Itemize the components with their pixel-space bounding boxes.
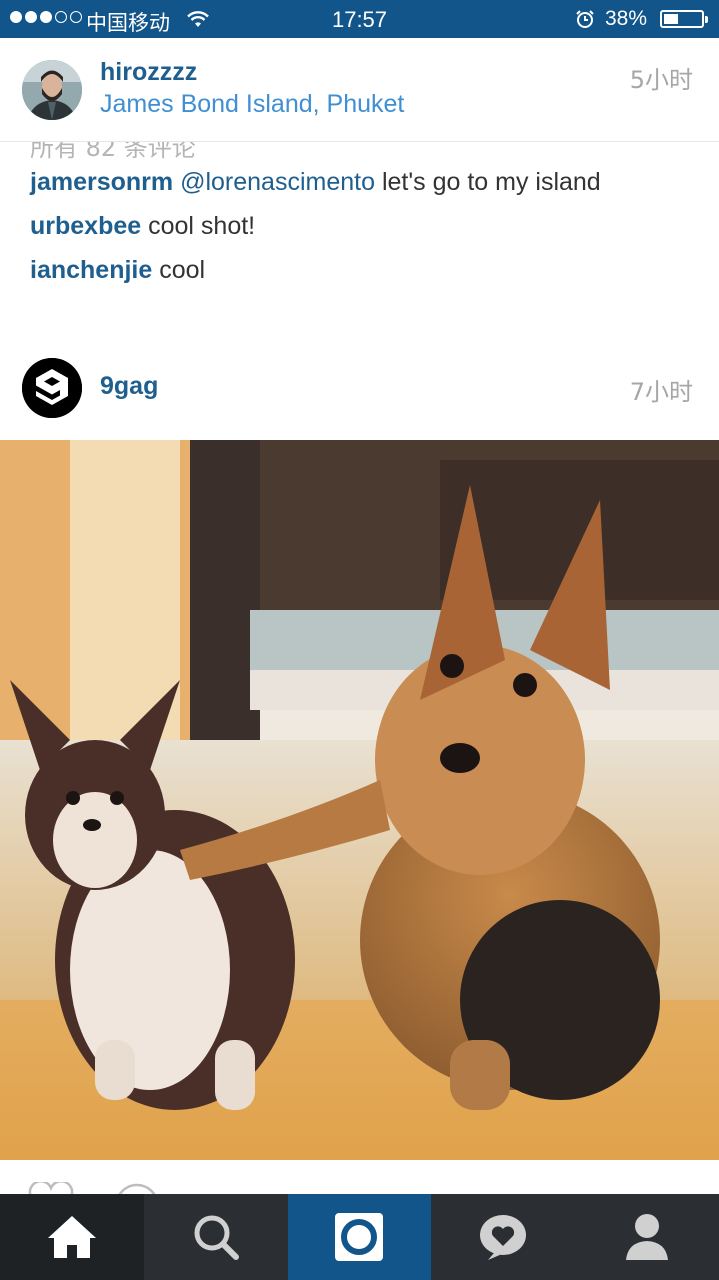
post-location[interactable]: James Bond Island, Phuket: [100, 90, 404, 119]
home-icon: [47, 1216, 96, 1258]
battery-percentage: 38%: [605, 7, 648, 30]
comment-text: cool shot!: [141, 212, 256, 240]
tab-camera[interactable]: [287, 1194, 432, 1280]
status-bar: 中国移动 17:57 38%: [0, 0, 719, 38]
post-header[interactable]: hirozzzz James Bond Island, Phuket 5小时: [0, 38, 719, 142]
tab-activity[interactable]: [431, 1194, 575, 1280]
tab-search[interactable]: [144, 1194, 288, 1280]
avatar[interactable]: [22, 60, 82, 120]
post-timestamp: 7小时: [629, 378, 693, 406]
alarm-clock-icon: [576, 10, 594, 28]
post-action-row: [0, 1160, 719, 1196]
comment-username[interactable]: urbexbee: [30, 212, 141, 240]
post-username[interactable]: 9gag: [100, 372, 158, 401]
profile-icon: [626, 1214, 669, 1260]
camera-icon: [335, 1213, 384, 1261]
comment-username[interactable]: ianchenjie: [30, 256, 152, 284]
post-header[interactable]: 9gag 7小时: [0, 340, 719, 440]
comment-mention[interactable]: @lorenascimento: [180, 168, 375, 196]
comment: ianchenjie cool: [30, 256, 205, 285]
tab-profile[interactable]: [575, 1194, 719, 1280]
activity-heart-icon: [480, 1215, 527, 1260]
post-username[interactable]: hirozzzz: [100, 58, 197, 87]
comment: urbexbee cool shot!: [30, 212, 255, 241]
comment-text: cool: [152, 256, 206, 284]
post-timestamp: 5小时: [629, 66, 693, 94]
post-photo[interactable]: [0, 440, 719, 1160]
9gag-logo-icon[interactable]: [22, 358, 82, 418]
comment-username[interactable]: jamersonrm: [30, 168, 173, 196]
battery-icon: [660, 10, 708, 28]
tab-home[interactable]: [0, 1194, 144, 1280]
comment: jamersonrm @lorenascimento let's go to m…: [30, 168, 601, 197]
comment-text: let's go to my island: [375, 168, 601, 196]
bottom-tab-bar: [0, 1194, 719, 1280]
comments-section: 所有 82 条评论 jamersonrm @lorenascimento let…: [0, 142, 719, 312]
search-icon: [194, 1215, 239, 1260]
view-all-comments-link[interactable]: 所有 82 条评论: [30, 142, 196, 163]
